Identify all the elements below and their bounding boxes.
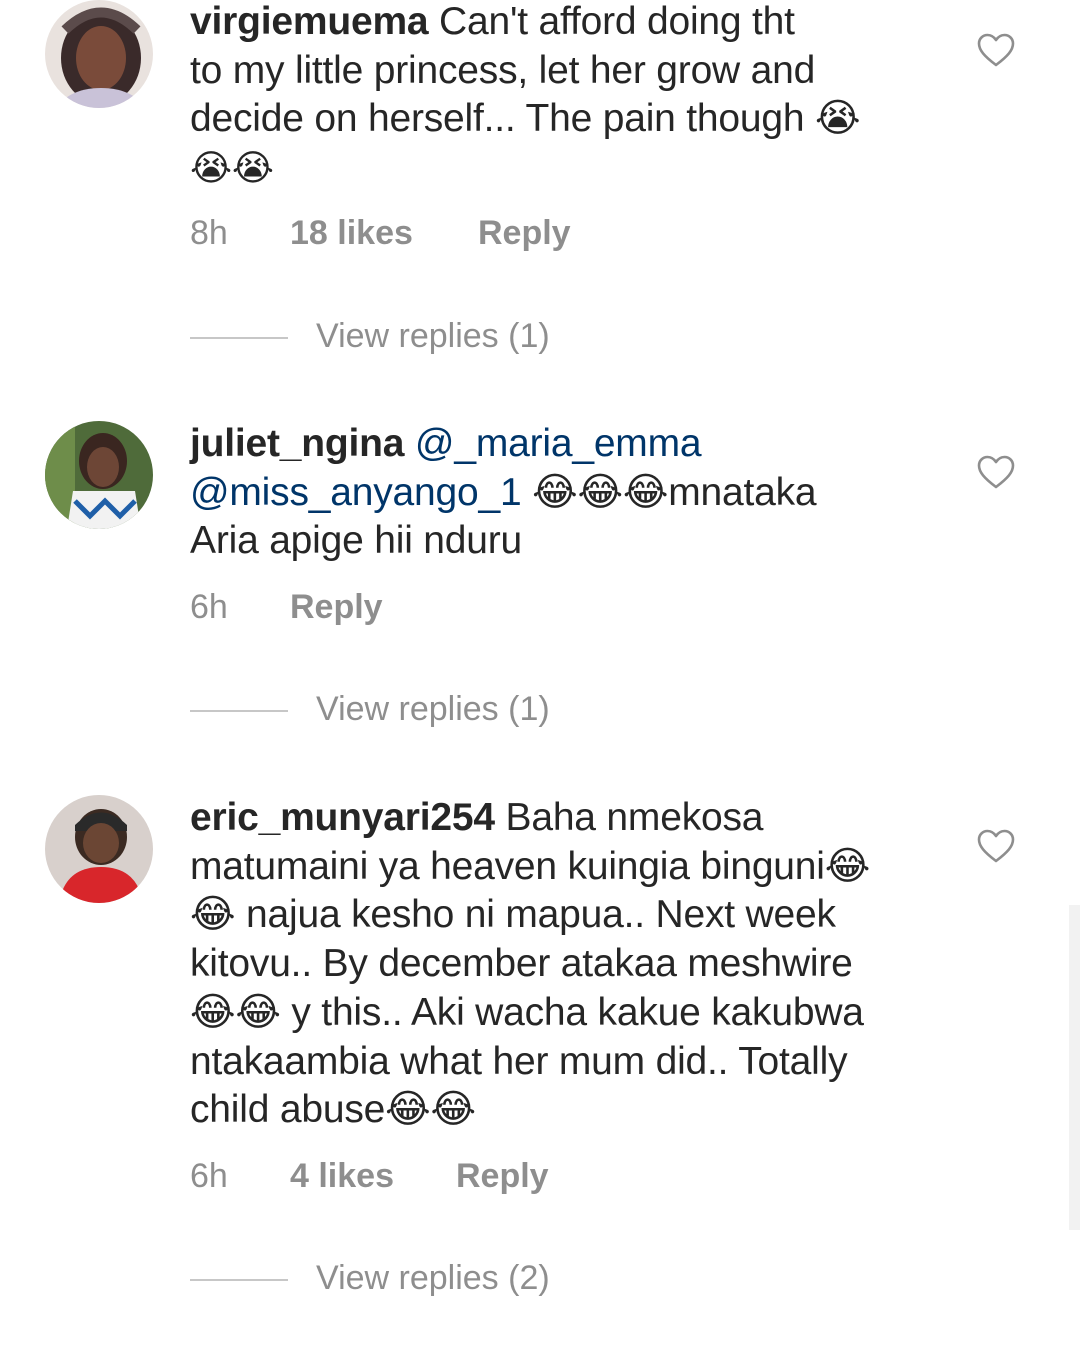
comment-line: ntakaambia what her mum did.. Totally <box>190 1039 848 1083</box>
comment-text: juliet_ngina @_maria_emma @miss_anyango_… <box>190 420 935 566</box>
comment-text: eric_munyari254 Baha nmekosa matumaini y… <box>190 794 935 1135</box>
mention-link[interactable]: @miss_anyango_1 <box>190 471 522 514</box>
comment-line: child abuse😂😂 <box>190 1088 476 1132</box>
comment-line: Aria apige hii nduru <box>190 519 523 563</box>
comment-line: 😂 najua kesho ni mapua.. Next week <box>190 893 836 937</box>
comment-line: Baha nmekosa <box>494 796 764 839</box>
scrollbar[interactable] <box>1069 905 1080 1230</box>
divider-line <box>190 337 288 339</box>
view-replies-button[interactable]: View replies (1) <box>190 317 570 357</box>
comment-line: matumaini ya heaven kuingia binguni😂 <box>190 844 871 888</box>
avatar[interactable] <box>45 421 153 529</box>
view-replies-label: View replies (2) <box>316 1259 550 1297</box>
divider-line <box>190 710 288 712</box>
comment-text: virgiemuema Can't afford doing tht to my… <box>190 0 935 194</box>
avatar[interactable] <box>45 795 153 903</box>
comment-line: to my little princess, let her grow and <box>190 48 816 92</box>
comment-line: kitovu.. By december atakaa meshwire <box>190 942 853 986</box>
comment-username[interactable]: eric_munyari254 <box>190 796 495 839</box>
comment-username[interactable]: juliet_ngina <box>190 422 404 465</box>
comment-line: Can't afford doing tht <box>428 0 795 43</box>
view-replies-button[interactable]: View replies (2) <box>190 1259 570 1299</box>
avatar-photo <box>45 0 153 108</box>
mention-link[interactable]: @_maria_emma <box>404 422 702 465</box>
comment-meta: 6h 4 likes Reply <box>190 1157 549 1196</box>
comment-meta: 8h 18 likes Reply <box>190 214 571 253</box>
avatar-photo <box>45 421 153 529</box>
divider-line <box>190 1279 288 1281</box>
reply-button[interactable]: Reply <box>478 214 571 253</box>
like-heart-icon[interactable] <box>976 827 1016 867</box>
comment-time: 6h <box>190 588 228 626</box>
comment-username[interactable]: virgiemuema <box>190 0 429 43</box>
reply-button[interactable]: Reply <box>290 588 383 627</box>
like-heart-icon[interactable] <box>976 453 1016 493</box>
avatar-photo <box>45 795 153 903</box>
comment-line: 😭😭 <box>190 148 274 190</box>
view-replies-label: View replies (1) <box>316 317 550 355</box>
comment-likes[interactable]: 18 likes <box>290 214 418 253</box>
comment-time: 8h <box>190 214 228 252</box>
avatar[interactable] <box>45 0 153 108</box>
like-heart-icon[interactable] <box>976 31 1016 71</box>
comment-line: decide on herself... The pain though 😭 <box>190 97 861 141</box>
comment-line: 😂😂 y this.. Aki wacha kakue kakubwa <box>190 990 864 1034</box>
view-replies-label: View replies (1) <box>316 690 550 728</box>
comment-time: 6h <box>190 1157 228 1195</box>
reply-button[interactable]: Reply <box>456 1157 549 1196</box>
view-replies-button[interactable]: View replies (1) <box>190 690 570 730</box>
comment-line: 😂😂😂mnataka <box>521 470 817 514</box>
comment-meta: 6h Reply <box>190 588 383 627</box>
comment-likes[interactable]: 4 likes <box>290 1157 396 1196</box>
